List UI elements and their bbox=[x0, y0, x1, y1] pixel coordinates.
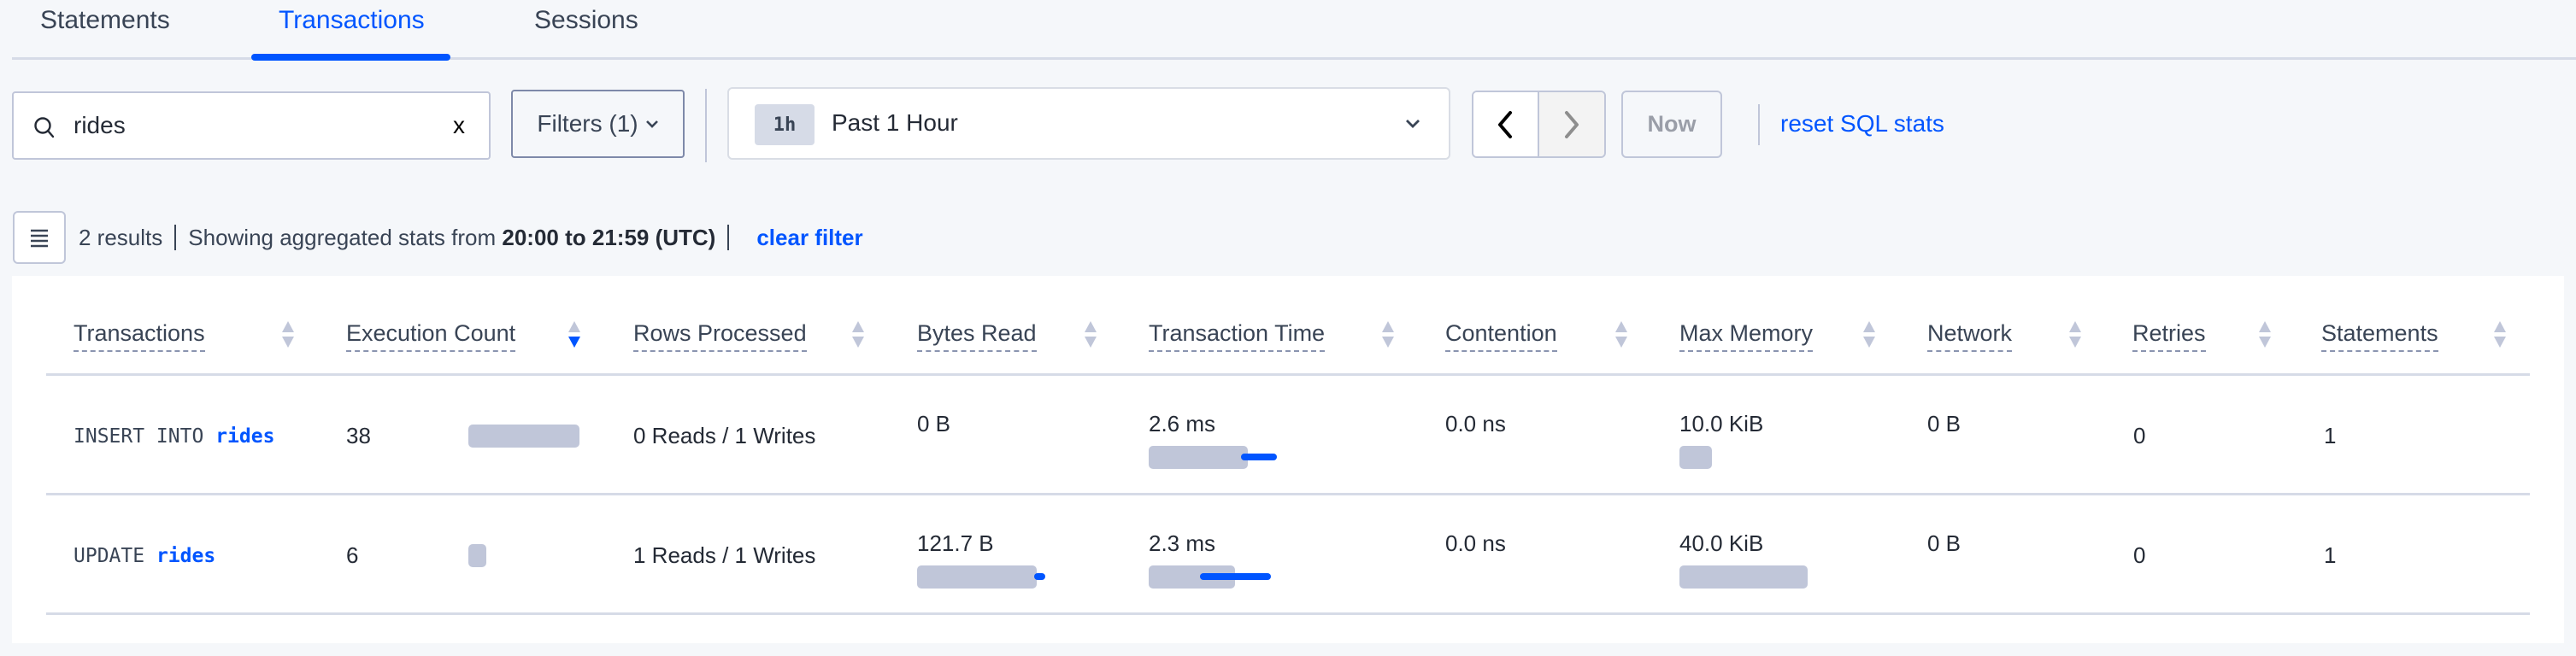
column-header-contention[interactable]: Contention bbox=[1445, 318, 1557, 352]
sort-icon[interactable] bbox=[2068, 320, 2082, 349]
filters-button[interactable]: Filters (1) bbox=[511, 90, 685, 158]
statements-count: 1 bbox=[2324, 423, 2337, 448]
chevron-left-icon bbox=[1498, 110, 1513, 138]
execution-count-bar bbox=[468, 544, 486, 567]
sort-icon[interactable] bbox=[2258, 320, 2272, 349]
toolbar-divider bbox=[1758, 104, 1760, 145]
column-header-transactions[interactable]: Transactions bbox=[74, 318, 205, 352]
search-input[interactable]: rides x bbox=[12, 91, 491, 160]
chevron-right-icon bbox=[1564, 110, 1579, 138]
column-header-rows-processed[interactable]: Rows Processed bbox=[633, 318, 807, 352]
sort-icon[interactable] bbox=[281, 320, 295, 349]
transaction-statement: UPDATE bbox=[74, 545, 145, 567]
execution-count-bar bbox=[468, 425, 579, 448]
active-tab-indicator bbox=[251, 54, 450, 61]
previous-time-button[interactable] bbox=[1473, 92, 1539, 156]
sort-icon[interactable] bbox=[568, 320, 581, 349]
max-memory-bar bbox=[1679, 446, 1712, 469]
row-divider bbox=[46, 493, 2530, 495]
column-header-execution-count[interactable]: Execution Count bbox=[346, 318, 516, 352]
reset-sql-stats-link[interactable]: reset SQL stats bbox=[1780, 108, 1944, 139]
transaction-table-name: rides bbox=[156, 545, 216, 567]
column-header-bytes-read[interactable]: Bytes Read bbox=[917, 318, 1037, 352]
transaction-statement: INSERT INTO bbox=[74, 425, 204, 448]
filters-label: Filters (1) bbox=[537, 110, 638, 137]
sort-icon[interactable] bbox=[1614, 320, 1628, 349]
separator bbox=[174, 225, 177, 250]
clear-search-icon[interactable]: x bbox=[453, 110, 465, 141]
transaction-time-bar bbox=[1149, 446, 1248, 469]
retries: 0 bbox=[2133, 542, 2146, 568]
sort-icon[interactable] bbox=[1084, 320, 1097, 349]
tab-transactions[interactable]: Transactions bbox=[279, 5, 425, 36]
search-icon bbox=[34, 117, 55, 138]
time-range-label: Past 1 Hour bbox=[832, 109, 958, 136]
separator bbox=[727, 225, 730, 250]
deviation-bar bbox=[1200, 573, 1271, 580]
now-button[interactable]: Now bbox=[1621, 91, 1722, 158]
header-divider bbox=[46, 373, 2530, 376]
max-memory: 10.0 KiB bbox=[1679, 411, 1764, 436]
column-header-statements[interactable]: Statements bbox=[2321, 318, 2438, 352]
max-memory: 40.0 KiB bbox=[1679, 530, 1764, 556]
stats-range: 20:00 to 21:59 (UTC) bbox=[502, 225, 716, 250]
column-selector-button[interactable] bbox=[13, 211, 66, 264]
time-range-badge: 1h bbox=[755, 104, 815, 145]
list-icon bbox=[31, 229, 48, 248]
sort-icon[interactable] bbox=[1381, 320, 1395, 349]
statements-count: 1 bbox=[2324, 542, 2337, 568]
contention: 0.0 ns bbox=[1445, 411, 1506, 436]
bytes-read: 0 B bbox=[917, 411, 951, 436]
sort-icon[interactable] bbox=[2493, 320, 2507, 349]
execution-count: 6 bbox=[346, 542, 359, 568]
deviation-bar bbox=[1033, 573, 1045, 580]
tab-statements[interactable]: Statements bbox=[40, 5, 170, 36]
max-memory-bar bbox=[1679, 565, 1808, 589]
toolbar-divider bbox=[705, 89, 707, 162]
transaction-table-name: rides bbox=[215, 425, 275, 448]
column-header-max-memory[interactable]: Max Memory bbox=[1679, 318, 1814, 352]
column-header-retries[interactable]: Retries bbox=[2132, 318, 2206, 352]
row-divider bbox=[46, 612, 2530, 615]
clear-filter-link[interactable]: clear filter bbox=[756, 222, 862, 253]
transaction-time: 2.3 ms bbox=[1149, 530, 1216, 556]
time-range-select[interactable]: 1h Past 1 Hour bbox=[727, 87, 1450, 160]
sort-icon[interactable] bbox=[1862, 320, 1876, 349]
execution-count: 38 bbox=[346, 423, 371, 448]
rows-processed: 0 Reads / 1 Writes bbox=[633, 423, 816, 448]
transaction-time: 2.6 ms bbox=[1149, 411, 1216, 436]
bytes-read-bar bbox=[917, 565, 1037, 589]
search-value[interactable]: rides bbox=[74, 110, 126, 141]
results-summary: 2 results Showing aggregated stats from … bbox=[79, 222, 863, 253]
time-navigation bbox=[1472, 91, 1606, 158]
tab-sessions[interactable]: Sessions bbox=[534, 5, 638, 36]
stats-range-prefix: Showing aggregated stats from bbox=[188, 225, 497, 250]
network: 0 B bbox=[1927, 530, 1961, 556]
chevron-down-icon bbox=[1406, 120, 1420, 128]
rows-processed: 1 Reads / 1 Writes bbox=[633, 542, 816, 568]
sort-icon[interactable] bbox=[851, 320, 865, 349]
transaction-link[interactable]: INSERT INTO rides bbox=[74, 423, 274, 450]
transaction-link[interactable]: UPDATE rides bbox=[74, 542, 215, 570]
next-time-button[interactable] bbox=[1538, 92, 1604, 156]
column-header-transaction-time[interactable]: Transaction Time bbox=[1149, 318, 1326, 352]
bytes-read: 121.7 B bbox=[917, 530, 994, 556]
contention: 0.0 ns bbox=[1445, 530, 1506, 556]
deviation-bar bbox=[1241, 454, 1277, 460]
network: 0 B bbox=[1927, 411, 1961, 436]
results-count: 2 results bbox=[79, 225, 163, 250]
column-header-network[interactable]: Network bbox=[1927, 318, 2013, 352]
chevron-down-icon bbox=[645, 120, 658, 128]
retries: 0 bbox=[2133, 423, 2146, 448]
